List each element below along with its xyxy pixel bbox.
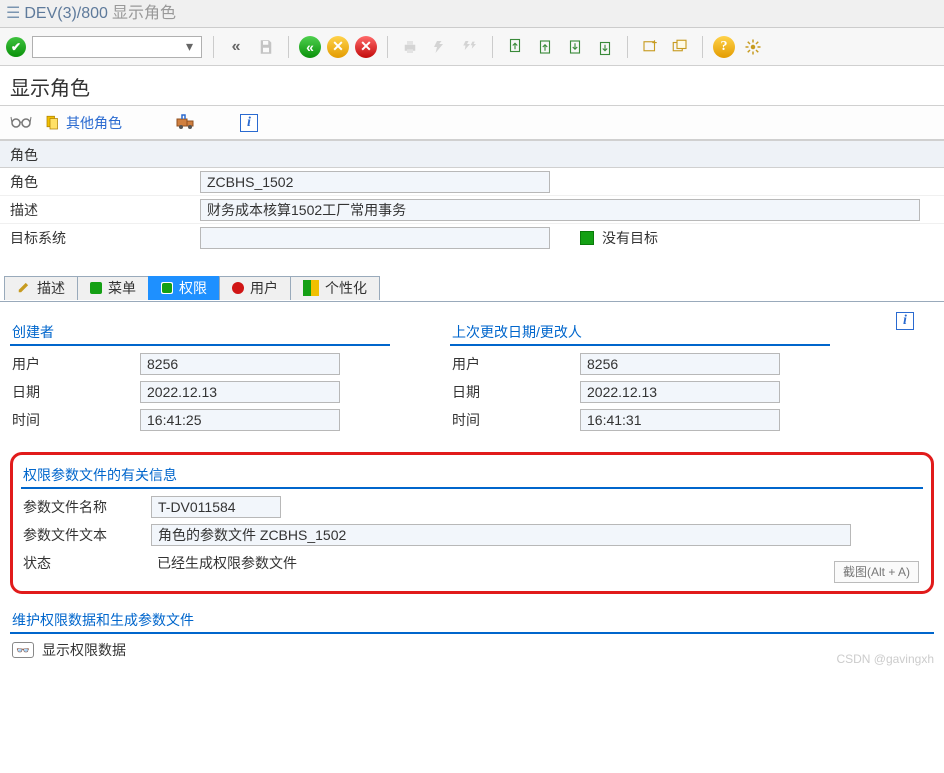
desc-row: 描述 财务成本核算1502工厂常用事务: [0, 196, 944, 224]
changer-user-value: 8256: [580, 353, 780, 375]
profile-status-value: 已经生成权限参数文件: [151, 553, 297, 573]
tabstrip: 描述 菜单 权限 用户 个性化: [0, 274, 944, 302]
creator-time-label: 时间: [10, 410, 140, 430]
tab-label: 菜单: [108, 278, 136, 298]
display-auth-button[interactable]: 显示权限数据: [42, 640, 126, 660]
changer-group: 上次更改日期/更改人 用户8256 日期2022.12.13 时间16:41:3…: [450, 320, 830, 434]
other-roles-label: 其他角色: [66, 113, 122, 133]
transport-icon[interactable]: [176, 113, 196, 132]
next-page-icon[interactable]: [563, 35, 587, 59]
edit-icon: [17, 280, 31, 297]
last-page-icon[interactable]: [593, 35, 617, 59]
creator-group: 创建者 用户8256 日期2022.12.13 时间16:41:25: [10, 320, 390, 434]
display-icon[interactable]: 👓: [12, 642, 34, 658]
cancel-button[interactable]: ✕: [355, 36, 377, 58]
role-label: 角色: [0, 172, 200, 192]
profile-info-head: 权限参数文件的有关信息: [21, 463, 923, 489]
creator-date-label: 日期: [10, 382, 140, 402]
changer-date-value: 2022.12.13: [580, 381, 780, 403]
status-dot-icon: [161, 282, 173, 294]
settings-icon[interactable]: [741, 35, 765, 59]
screenshot-hint[interactable]: 截图(Alt + A): [834, 561, 919, 583]
tab-label: 权限: [179, 278, 207, 298]
help-button[interactable]: ?: [713, 36, 735, 58]
profile-status-label: 状态: [21, 553, 151, 573]
window-titlebar: ☰ DEV(3)/800 显示角色: [0, 0, 944, 28]
role-section-header: 角色: [0, 140, 944, 168]
app-toolbar: 其他角色 i: [0, 106, 944, 140]
shortcut-icon[interactable]: [668, 35, 692, 59]
changer-time-label: 时间: [450, 410, 580, 430]
back-double-icon[interactable]: «: [224, 35, 248, 59]
profile-text-label: 参数文件文本: [21, 525, 151, 545]
find-next-icon: [458, 35, 482, 59]
status-dot-icon: [232, 282, 244, 294]
personalization-icon: [303, 280, 319, 296]
tab-label: 个性化: [325, 278, 367, 298]
tab-label: 描述: [37, 278, 65, 298]
info-icon[interactable]: i: [240, 114, 258, 132]
tab-content: i 创建者 用户8256 日期2022.12.13 时间16:41:25 上次更…: [0, 302, 944, 670]
watermark: CSDN @gavingxh: [836, 652, 934, 666]
target-value[interactable]: [200, 227, 550, 249]
creator-user-value: 8256: [140, 353, 340, 375]
tab-description[interactable]: 描述: [4, 276, 78, 300]
tab-authorization[interactable]: 权限: [148, 276, 220, 300]
creator-user-label: 用户: [10, 354, 140, 374]
changer-time-value: 16:41:31: [580, 409, 780, 431]
creator-date-value: 2022.12.13: [140, 381, 340, 403]
system-path: DEV(3)/800: [24, 0, 108, 28]
dropdown-icon[interactable]: ▾: [186, 38, 193, 55]
tab-personalization[interactable]: 个性化: [290, 276, 380, 300]
status-dot-icon: [90, 282, 102, 294]
glasses-icon[interactable]: [10, 113, 32, 132]
status-square-icon: [580, 231, 594, 245]
profile-name-value: T-DV011584: [151, 496, 281, 518]
tab-label: 用户: [250, 278, 278, 298]
changer-date-label: 日期: [450, 382, 580, 402]
window-subtitle: 显示角色: [112, 0, 176, 28]
prev-page-icon[interactable]: [533, 35, 557, 59]
other-roles-button[interactable]: 其他角色: [44, 113, 122, 133]
info-icon[interactable]: i: [896, 312, 914, 330]
first-page-icon[interactable]: [503, 35, 527, 59]
profile-name-label: 参数文件名称: [21, 497, 151, 517]
new-session-icon[interactable]: [638, 35, 662, 59]
target-label: 目标系统: [0, 228, 200, 248]
print-icon: [398, 35, 422, 59]
save-icon: [254, 35, 278, 59]
changer-user-label: 用户: [450, 354, 580, 374]
command-input[interactable]: [32, 36, 202, 58]
profile-info-box: 权限参数文件的有关信息 参数文件名称T-DV011584 参数文件文本角色的参数…: [10, 452, 934, 594]
role-value[interactable]: ZCBHS_1502: [200, 171, 550, 193]
main-toolbar: ▾ « « ✕ ✕ ?: [0, 28, 944, 66]
maintain-head: 维护权限数据和生成参数文件: [10, 608, 934, 634]
page-title: 显示角色: [0, 66, 944, 106]
no-target-label: 没有目标: [602, 228, 658, 248]
desc-value[interactable]: 财务成本核算1502工厂常用事务: [200, 199, 920, 221]
profile-text-value: 角色的参数文件 ZCBHS_1502: [151, 524, 851, 546]
creator-time-value: 16:41:25: [140, 409, 340, 431]
tab-user[interactable]: 用户: [219, 276, 291, 300]
tab-menu[interactable]: 菜单: [77, 276, 149, 300]
maintain-group: 维护权限数据和生成参数文件 👓 显示权限数据: [10, 608, 934, 660]
role-row: 角色 ZCBHS_1502: [0, 168, 944, 196]
creator-head: 创建者: [10, 320, 390, 346]
ok-button[interactable]: [6, 37, 26, 57]
find-icon: [428, 35, 452, 59]
back-button[interactable]: «: [299, 36, 321, 58]
exit-button[interactable]: ✕: [327, 36, 349, 58]
menu-icon[interactable]: ☰: [6, 0, 20, 28]
target-row: 目标系统 没有目标: [0, 224, 944, 252]
changer-head: 上次更改日期/更改人: [450, 320, 830, 346]
desc-label: 描述: [0, 200, 200, 220]
